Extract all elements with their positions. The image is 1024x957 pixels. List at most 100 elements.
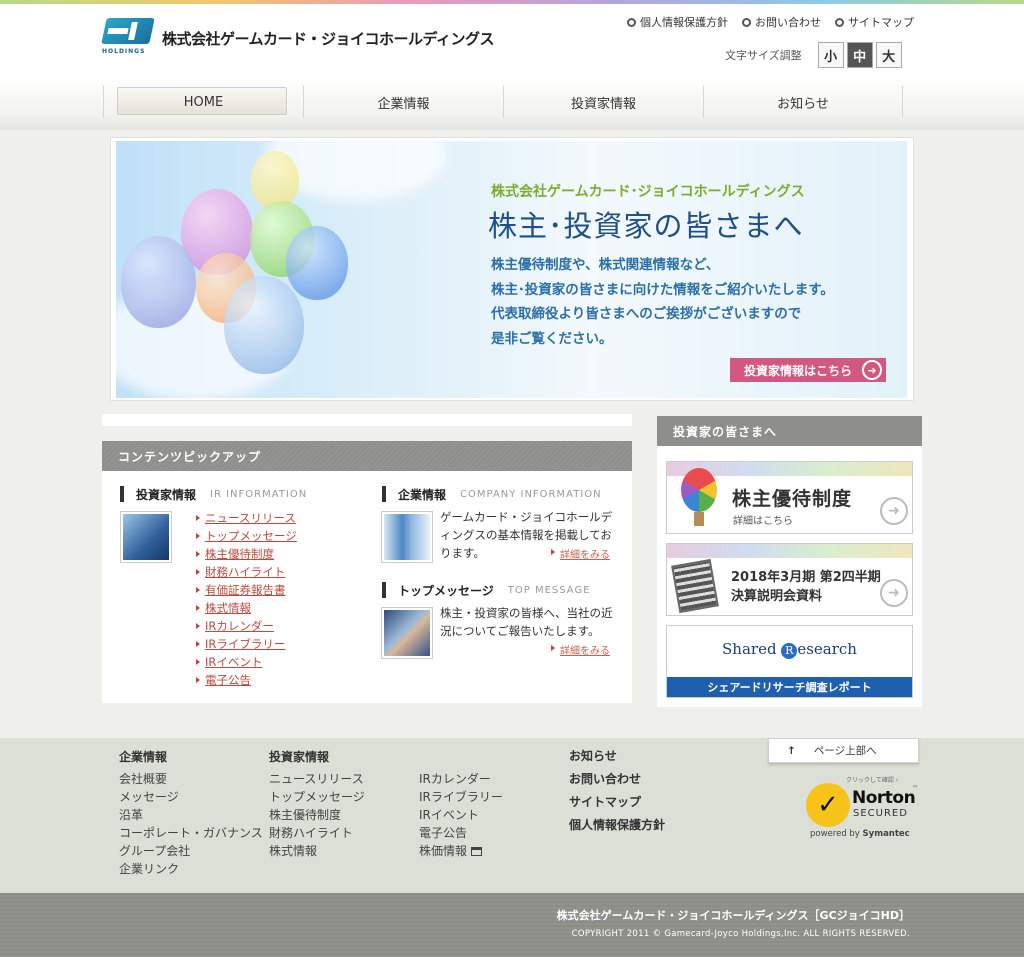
footer-link[interactable]: お知らせ: [569, 745, 665, 768]
investor-sidebar: 投資家の皆さまへ 株主優待制度 詳細はこちら ➜ 2018年3月期 第2四半期 …: [657, 416, 922, 707]
copyright-text: COPYRIGHT 2011 © Gamecard-Joyco Holdings…: [571, 929, 910, 939]
arrow-up-icon: ↑: [787, 744, 796, 757]
ir-link-report[interactable]: 有価証券報告書: [205, 583, 286, 597]
nav-item-investors[interactable]: 投資家情報: [503, 86, 703, 118]
util-link-privacy[interactable]: 個人情報保護方針: [627, 14, 728, 30]
nav-item-news[interactable]: お知らせ: [703, 86, 903, 118]
ir-link-yutai[interactable]: 株主優待制度: [205, 547, 274, 561]
hero-text: 株主優待制度や、株式関連情報など、 株主･投資家の皆さまに向けた情報をご紹介いた…: [491, 257, 834, 347]
shared-research-logo: Shared Research: [722, 640, 857, 659]
page-top-button[interactable]: ↑ ページ上部へ: [768, 738, 919, 763]
message-more-link[interactable]: 詳細をみる: [551, 642, 610, 657]
ir-link-library[interactable]: IRライブラリー: [205, 637, 285, 651]
balloon-image: [251, 151, 299, 209]
message-desc: 株主・投資家の皆様へ、当社の近況についてご報告いたします。: [440, 606, 613, 638]
font-size-small-button[interactable]: 小: [817, 42, 844, 68]
footer-link[interactable]: 会社概要: [119, 770, 263, 788]
footer-link[interactable]: IRカレンダー: [419, 770, 503, 788]
utility-links: 個人情報保護方針 お問い合わせ サイトマップ: [627, 14, 914, 30]
list-item: 有価証券報告書: [196, 581, 297, 599]
company-more-link[interactable]: 詳細をみる: [551, 546, 610, 561]
ir-link-event[interactable]: IRイベント: [205, 655, 262, 669]
list-item: 電子公告: [196, 671, 297, 689]
footer-link[interactable]: サイトマップ: [569, 791, 665, 814]
ir-link-list: ニュースリリース トップメッセージ 株主優待制度 財務ハイライト 有価証券報告書…: [196, 509, 297, 689]
font-size-control: 文字サイズ調整 小 中 大: [725, 42, 905, 68]
font-size-large-button[interactable]: 大: [875, 42, 902, 68]
results-briefing-banner[interactable]: 2018年3月期 第2四半期 決算説明会資料 ➜: [666, 543, 913, 616]
film-icon: [671, 558, 719, 614]
gj-logo-icon: HOLDINGS: [101, 18, 156, 58]
footer-heading[interactable]: 投資家情報: [269, 748, 365, 766]
nav-item-company[interactable]: 企業情報: [303, 86, 503, 118]
footer-link[interactable]: トップメッセージ: [269, 788, 365, 806]
ir-link-highlight[interactable]: 財務ハイライト: [205, 565, 285, 579]
content-pickup: コンテンツピックアップ 投資家情報 IR INFORMATION ニュースリリース…: [102, 441, 632, 703]
balloon-icon: [681, 468, 717, 512]
footer-link[interactable]: メッセージ: [119, 788, 263, 806]
norton-secured-badge[interactable]: クリックして確認 › ✓ Norton ™ SECURED powered by…: [806, 775, 922, 841]
hero-title: 株主･投資家の皆さまへ: [488, 209, 804, 243]
message-section-title: トップメッセージ TOP MESSAGE: [382, 582, 591, 598]
shareholder-benefit-banner[interactable]: 株主優待制度 詳細はこちら ➜: [666, 461, 913, 534]
footer-link[interactable]: 株式情報: [269, 842, 365, 860]
ir-link-notice[interactable]: 電子公告: [205, 673, 251, 687]
list-item: IRカレンダー: [196, 617, 297, 635]
footer-link[interactable]: IRライブラリー: [419, 788, 503, 806]
hero-banner[interactable]: 株式会社ゲームカード･ジョイコホールディングス 株主･投資家の皆さまへ 株主優待…: [116, 141, 907, 398]
company-section-title: 企業情報 COMPANY INFORMATION: [382, 486, 602, 502]
list-item: 株主優待制度: [196, 545, 297, 563]
circle-bullet-icon: [742, 17, 751, 27]
arrow-right-icon: ➜: [880, 579, 908, 607]
investor-info-button[interactable]: 投資家情報はこちら ➜: [730, 358, 886, 382]
site-logo[interactable]: HOLDINGS 株式会社ゲームカード・ジョイコホールディングス: [101, 18, 495, 58]
footer-col-misc: お知らせ お問い合わせ サイトマップ 個人情報保護方針: [569, 745, 665, 837]
hero-banner-frame: 株式会社ゲームカード･ジョイコホールディングス 株主･投資家の皆さまへ 株主優待…: [110, 137, 914, 401]
footer-link[interactable]: 個人情報保護方針: [569, 814, 665, 837]
footer-heading[interactable]: 企業情報: [119, 748, 263, 766]
handshake-thumbnail: [381, 607, 433, 659]
footer-link[interactable]: グループ会社: [119, 842, 263, 860]
list-item: IRライブラリー: [196, 635, 297, 653]
header: HOLDINGS 株式会社ゲームカード・ジョイコホールディングス 個人情報保護方…: [0, 4, 1024, 78]
global-nav: HOME 企業情報 投資家情報 お知らせ: [0, 78, 1024, 130]
util-link-contact[interactable]: お問い合わせ: [742, 14, 821, 30]
footer-link[interactable]: 株価情報: [419, 842, 503, 860]
ir-thumbnail: [120, 511, 172, 563]
footer-link[interactable]: 沿革: [119, 806, 263, 824]
shared-research-bar: シェアードリサーチ調査レポート: [667, 677, 912, 697]
circle-bullet-icon: [835, 17, 844, 27]
footer-link[interactable]: 企業リンク: [119, 860, 263, 878]
footer-link[interactable]: 株主優待制度: [269, 806, 365, 824]
footer-col-company: 企業情報 会社概要 メッセージ 沿革 コーポレート・ガバナンス グループ会社 企…: [119, 748, 263, 878]
arrow-right-icon: ➜: [862, 360, 882, 380]
building-thumbnail: [381, 511, 433, 563]
footer-link[interactable]: お問い合わせ: [569, 768, 665, 791]
footer-link[interactable]: ニュースリリース: [269, 770, 365, 788]
footer-link[interactable]: IRイベント: [419, 806, 503, 824]
font-size-label: 文字サイズ調整: [725, 49, 802, 62]
footer-link[interactable]: コーポレート・ガバナンス: [119, 824, 263, 842]
ir-link-calendar[interactable]: IRカレンダー: [205, 619, 274, 633]
hero-company: 株式会社ゲームカード･ジョイコホールディングス: [491, 184, 805, 200]
ir-link-news[interactable]: ニュースリリース: [205, 511, 296, 525]
ir-section-title: 投資家情報 IR INFORMATION: [120, 486, 307, 502]
footer-col-ir2: IRカレンダー IRライブラリー IRイベント 電子公告 株価情報: [419, 770, 503, 860]
util-link-sitemap[interactable]: サイトマップ: [835, 14, 914, 30]
nav-item-home[interactable]: HOME: [103, 86, 303, 118]
circle-bullet-icon: [627, 17, 636, 27]
sidebar-title: 投資家の皆さまへ: [657, 416, 922, 446]
footer-col-ir: 投資家情報 ニュースリリース トップメッセージ 株主優待制度 財務ハイライト 株…: [269, 748, 365, 860]
ir-link-stock[interactable]: 株式情報: [205, 601, 251, 615]
pickup-title: コンテンツピックアップ: [102, 441, 632, 471]
font-size-medium-button[interactable]: 中: [846, 42, 873, 68]
footer-link[interactable]: 電子公告: [419, 824, 503, 842]
arrow-right-icon: ➜: [880, 497, 908, 525]
shared-research-banner[interactable]: Shared Research シェアードリサーチ調査レポート: [666, 625, 913, 698]
external-window-icon: [470, 847, 482, 856]
footer-link[interactable]: 財務ハイライト: [269, 824, 365, 842]
list-item: 財務ハイライト: [196, 563, 297, 581]
ir-link-message[interactable]: トップメッセージ: [205, 529, 297, 543]
list-item: 株式情報: [196, 599, 297, 617]
pickup-spacer: [102, 414, 632, 426]
